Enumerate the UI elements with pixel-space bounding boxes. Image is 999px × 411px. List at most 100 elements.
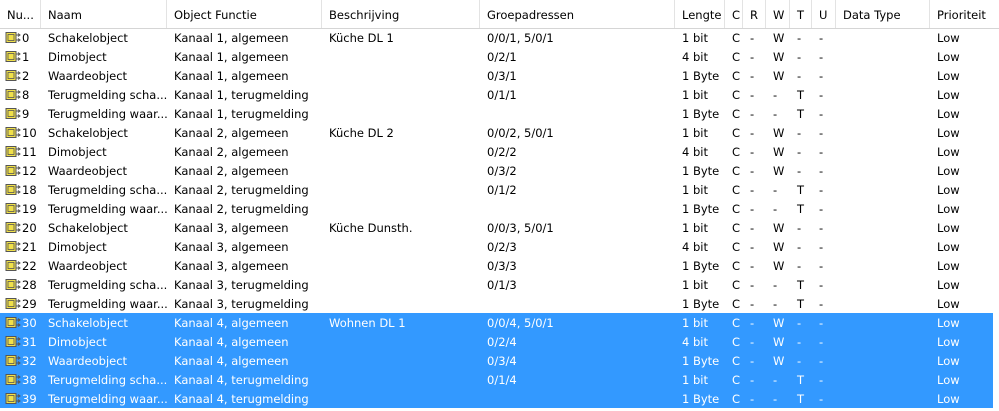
cell-length: 1 Byte [682,354,720,368]
cell-flag-c: C [732,354,741,368]
cell-flag-u: - [819,240,824,254]
cell-object-function: Kanaal 1, algemeen [174,69,289,83]
communication-object-icon [5,222,21,233]
cell-flag-w: W [773,31,785,45]
communication-object-icon [5,165,21,176]
table-row[interactable]: 30 Schakelobject Kanaal 4, algemeen Wohnen … [0,313,993,332]
cell-description [322,370,480,389]
communication-object-icon [5,298,21,309]
table-row[interactable]: 32 Waardeobject Kanaal 4, algemeen 0/3/4 1 B… [0,351,993,370]
table-row[interactable]: 31 Dimobject Kanaal 4, algemeen 0/2/4 4 bit C… [0,332,993,351]
cell-flag-c: C [732,183,741,197]
table-row[interactable]: 18 Terugmelding scha... Kanaal 2, terugmel… [0,180,993,199]
cell-flag-u: - [819,69,824,83]
table-row[interactable]: 22 Waardeobject Kanaal 3, algemeen 0/3/3 1 B… [0,256,993,275]
cell-priority: Low [937,88,960,102]
table-row[interactable]: 8 Terugmelding scha... Kanaal 1, terugmeld… [0,85,993,104]
cell-data-type [836,389,930,408]
column-header-priority[interactable]: Prioriteit [930,0,999,28]
cell-data-type [836,85,930,104]
cell-priority: Low [937,316,960,330]
cell-priority: Low [937,354,960,368]
table-row[interactable]: 9 Terugmelding waar... Kanaal 1, terugmeld… [0,104,993,123]
column-header-number[interactable]: Nu... [0,0,41,28]
cell-priority: Low [937,145,960,159]
cell-length: 1 Byte [682,69,720,83]
column-header-object-function[interactable]: Object Functie [167,0,322,28]
table-row[interactable]: 28 Terugmelding scha... Kanaal 3, terugmel… [0,275,993,294]
communication-object-icon [5,146,21,157]
column-header-group-addresses[interactable]: Groepadressen [480,0,675,28]
column-header-t[interactable]: T [790,0,812,28]
communication-objects-table[interactable]: Nu... Naam Object Functie Beschrijving G… [0,0,999,411]
column-header-u[interactable]: U [812,0,836,28]
cell-group-addresses: 0/2/3 [487,240,517,254]
column-header-name[interactable]: Naam [41,0,167,28]
cell-group-addresses: 0/0/4, 5/0/1 [487,316,554,330]
table-row[interactable]: 19 Terugmelding waar... Kanaal 2, terugmel… [0,199,993,218]
table-row[interactable]: 38 Terugmelding scha... Kanaal 4, terugmel… [0,370,993,389]
cell-name: Waardeobject [48,164,128,178]
cell-object-function: Kanaal 3, terugmelding [174,297,309,311]
column-header-r[interactable]: R [743,0,766,28]
table-row[interactable]: 2 Waardeobject Kanaal 1, algemeen 0/3/1 1 By… [0,66,993,85]
cell-flag-r: - [750,354,755,368]
column-header-length[interactable]: Lengte [675,0,725,28]
table-row[interactable]: 39 Terugmelding waar... Kanaal 4, terugmel… [0,389,993,408]
cell-flag-w: - [773,278,778,292]
cell-priority: Low [937,202,960,216]
column-header-data-type[interactable]: Data Type [836,0,930,28]
cell-data-type [836,218,930,237]
cell-flag-w: - [773,107,778,121]
cell-group-addresses [480,199,675,218]
cell-flag-c: C [732,164,741,178]
cell-description [322,47,480,66]
cell-description [322,275,480,294]
cell-flag-u: - [819,278,824,292]
cell-group-addresses: 0/0/2, 5/0/1 [487,126,554,140]
column-header-description[interactable]: Beschrijving [322,0,480,28]
cell-length: 1 Byte [682,164,720,178]
cell-description [322,180,480,199]
cell-flag-c: C [732,126,741,140]
table-row[interactable]: 12 Waardeobject Kanaal 2, algemeen 0/3/2 1 B… [0,161,993,180]
cell-object-function: Kanaal 2, terugmelding [174,183,309,197]
cell-flag-r: - [750,297,755,311]
communication-object-icon [5,260,21,271]
cell-length: 1 bit [682,126,708,140]
cell-flag-r: - [750,278,755,292]
cell-flag-c: C [732,259,741,273]
cell-name: Terugmelding scha... [48,88,167,102]
cell-flag-w: W [773,164,785,178]
table-row[interactable]: 11 Dimobject Kanaal 2, algemeen 0/2/2 4 bit C… [0,142,993,161]
cell-object-function: Kanaal 1, terugmelding [174,107,309,121]
table-row[interactable]: 21 Dimobject Kanaal 3, algemeen 0/2/3 4 bit C… [0,237,993,256]
cell-flag-r: - [750,316,755,330]
cell-flag-r: - [750,202,755,216]
cell-flag-u: - [819,88,824,102]
cell-object-function: Kanaal 4, algemeen [174,354,289,368]
cell-description [322,104,480,123]
cell-flag-r: - [750,69,755,83]
table-row[interactable]: 1 Dimobject Kanaal 1, algemeen 0/2/1 4 bit C -… [0,47,993,66]
column-header-w[interactable]: W [766,0,790,28]
cell-priority: Low [937,297,960,311]
cell-name: Terugmelding scha... [48,278,167,292]
table-row[interactable]: 20 Schakelobject Kanaal 3, algemeen Küche D… [0,218,993,237]
table-row[interactable]: 29 Terugmelding waar... Kanaal 3, terugmel… [0,294,993,313]
cell-flag-u: - [819,335,824,349]
cell-length: 1 Byte [682,202,720,216]
column-header-c[interactable]: C [725,0,743,28]
table-row[interactable]: 10 Schakelobject Kanaal 2, algemeen Küche D… [0,123,993,142]
cell-length: 1 bit [682,373,708,387]
cell-flag-t: - [797,335,802,349]
cell-object-function: Kanaal 4, algemeen [174,316,289,330]
table-row[interactable]: 0 Schakelobject Kanaal 1, algemeen Küche DL… [0,28,993,47]
cell-name: Dimobject [48,50,107,64]
cell-group-addresses: 0/2/1 [487,50,517,64]
cell-priority: Low [937,259,960,273]
cell-data-type [836,351,930,370]
cell-description: Wohnen DL 1 [329,316,406,330]
cell-length: 1 bit [682,221,708,235]
cell-flag-c: C [732,107,741,121]
